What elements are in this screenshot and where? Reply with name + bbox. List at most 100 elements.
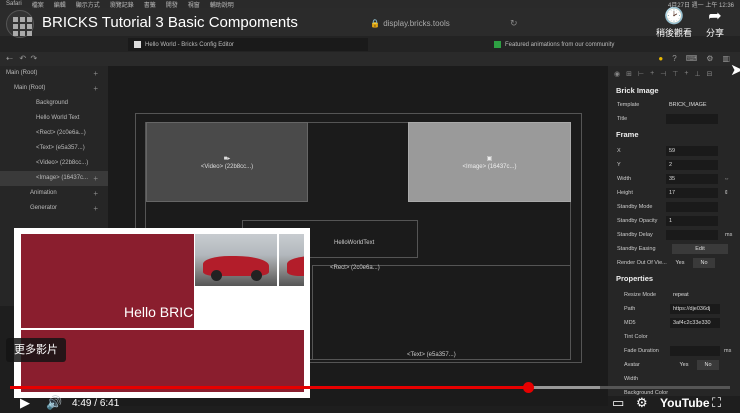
hierarchy-item[interactable]: <Rect> (2c0e6a...) bbox=[0, 126, 108, 141]
back-icon[interactable]: ⇠ bbox=[6, 54, 13, 63]
add-icon[interactable]: + bbox=[93, 171, 98, 186]
hierarchy-item-selected[interactable]: <Image> (16437c... + bbox=[0, 171, 108, 186]
share-button[interactable]: ➦ 分享 bbox=[706, 8, 724, 39]
reload-icon[interactable]: ↻ bbox=[510, 18, 518, 29]
undo-icon[interactable]: ↶ bbox=[19, 54, 26, 63]
menu-file[interactable]: 檔案 bbox=[32, 0, 44, 9]
panel-icon[interactable]: ▥ bbox=[722, 54, 730, 63]
x-label: X bbox=[617, 148, 621, 154]
align-left-icon[interactable]: ⊢ bbox=[638, 70, 644, 78]
menu-clock: 4月27日 週一 上午 12:36 bbox=[667, 2, 734, 9]
width-input[interactable]: 35 bbox=[666, 174, 718, 184]
align-center-icon[interactable]: + bbox=[650, 70, 654, 78]
tab-editor[interactable]: Hello World - Bricks Config Editor bbox=[128, 38, 368, 51]
link-height-icon[interactable]: ⇕ bbox=[724, 190, 729, 196]
title-input[interactable] bbox=[666, 114, 718, 124]
add-icon[interactable]: + bbox=[93, 81, 98, 96]
hierarchy-item[interactable]: <Video> (22b8cc...) bbox=[0, 156, 108, 171]
menu-window[interactable]: 視窗 bbox=[188, 0, 200, 9]
inspector-title: Brick Image bbox=[616, 86, 659, 95]
video-progress-bar[interactable] bbox=[10, 382, 730, 393]
current-time: 4:49 bbox=[72, 398, 92, 409]
video-brick[interactable]: ■▸ <Video> (22b8cc...) bbox=[146, 122, 308, 202]
md5-input[interactable]: 3af4c2c33e330 bbox=[670, 318, 720, 328]
bell-icon[interactable]: ● bbox=[658, 54, 663, 63]
template-select[interactable]: BRICK_IMAGE bbox=[666, 100, 718, 110]
help-icon[interactable]: ? bbox=[672, 54, 676, 63]
mouse-cursor-icon: ➤ bbox=[730, 62, 740, 79]
y-input[interactable]: 2 bbox=[666, 160, 718, 170]
fullscreen-icon[interactable]: ⛶ bbox=[712, 395, 721, 411]
avatar-no-button[interactable]: No bbox=[697, 360, 719, 370]
menu-bookmarks[interactable]: 書籤 bbox=[144, 0, 156, 9]
play-icon[interactable]: ▶ bbox=[20, 395, 30, 411]
standby-opacity-input[interactable]: 1 bbox=[666, 216, 718, 226]
tab-community[interactable]: Featured animations from our community bbox=[490, 38, 614, 51]
align-right-icon[interactable]: ⊣ bbox=[660, 70, 666, 78]
standby-delay-input[interactable] bbox=[666, 230, 718, 240]
add-icon[interactable]: + bbox=[93, 186, 98, 201]
image-brick-label: <Image> (16437c...) bbox=[462, 163, 517, 170]
frame-header: Frame bbox=[616, 130, 639, 139]
distribute-icon[interactable]: ⊟ bbox=[707, 70, 713, 78]
redo-icon[interactable]: ↷ bbox=[31, 54, 38, 63]
toolbar-right-icons: ● ? ⌨ ⚙ ▥ bbox=[658, 54, 730, 63]
y-label: Y bbox=[617, 162, 621, 168]
align-top-icon[interactable]: ⊤ bbox=[672, 70, 678, 78]
address-bar[interactable]: 🔒 display.bricks.tools bbox=[290, 19, 530, 28]
settings-icon[interactable]: ⚙ bbox=[706, 54, 713, 63]
hierarchy-item[interactable]: <Text> (e5a357...) bbox=[0, 141, 108, 156]
standby-mode-select[interactable] bbox=[666, 202, 718, 212]
hierarchy-item[interactable]: Generator + bbox=[0, 201, 108, 216]
eye-icon[interactable]: ◉ bbox=[614, 70, 620, 78]
watch-later-button[interactable]: 🕑 稍後觀看 bbox=[656, 8, 692, 39]
menu-develop[interactable]: 開發 bbox=[166, 0, 178, 9]
hierarchy-item[interactable]: Hello World Text bbox=[0, 111, 108, 126]
x-input[interactable]: 59 bbox=[666, 146, 718, 156]
path-input[interactable]: https://dje036dj bbox=[670, 304, 720, 314]
height-input[interactable]: 17 bbox=[666, 188, 718, 198]
more-videos-button[interactable]: 更多影片 bbox=[6, 338, 66, 362]
render-no-button[interactable]: No bbox=[693, 258, 715, 268]
keyboard-icon[interactable]: ⌨ bbox=[686, 54, 698, 63]
hierarchy-item[interactable]: Background bbox=[0, 96, 108, 111]
add-icon[interactable]: + bbox=[93, 201, 98, 216]
menu-help[interactable]: 輔助說明 bbox=[210, 0, 234, 9]
menu-edit[interactable]: 編輯 bbox=[54, 0, 66, 9]
image-icon: ▣ bbox=[486, 155, 493, 162]
menu-view[interactable]: 顯示方式 bbox=[76, 0, 100, 9]
text-frame[interactable] bbox=[312, 265, 571, 360]
fade-duration-input[interactable] bbox=[670, 346, 720, 356]
link-width-icon[interactable]: ⇔ bbox=[724, 176, 730, 182]
resize-mode-select[interactable]: repeat bbox=[670, 290, 720, 300]
render-yes-button[interactable]: Yes bbox=[670, 258, 690, 268]
hierarchy-item[interactable]: Main (Root) + bbox=[0, 81, 108, 96]
car-wheel bbox=[251, 270, 262, 281]
preview-hello-text: Hello BRICKS! bbox=[124, 304, 216, 320]
layer-icon[interactable]: ⊞ bbox=[626, 70, 632, 78]
unit-ms: ms bbox=[725, 232, 733, 238]
standby-mode-label: Standby Mode bbox=[617, 204, 653, 210]
preview-window[interactable]: Hello BRICKS! Powered by BRICKS bbox=[14, 228, 310, 398]
settings-gear-icon[interactable]: ⚙ bbox=[636, 395, 648, 411]
menu-history[interactable]: 瀏覽記錄 bbox=[110, 0, 134, 9]
volume-icon[interactable]: 🔊 bbox=[46, 395, 62, 411]
hierarchy-label: Animation bbox=[30, 190, 57, 196]
avatar-yes-button[interactable]: Yes bbox=[674, 360, 694, 370]
channel-avatar[interactable] bbox=[6, 10, 34, 38]
hierarchy-label: Background bbox=[36, 100, 69, 106]
height-label: Height bbox=[617, 190, 633, 196]
add-icon[interactable]: + bbox=[93, 66, 98, 81]
easing-edit-button[interactable]: Edit bbox=[672, 244, 728, 254]
youtube-logo[interactable]: YouTube bbox=[660, 396, 710, 410]
video-title[interactable]: BRICKS Tutorial 3 Basic Compoments bbox=[42, 14, 298, 31]
hierarchy-item[interactable]: Animation + bbox=[0, 186, 108, 201]
app-name[interactable]: Safari bbox=[6, 1, 22, 7]
properties-header: Properties bbox=[616, 274, 654, 283]
subtitles-icon[interactable]: ▭ bbox=[612, 395, 624, 411]
align-middle-icon[interactable]: + bbox=[684, 70, 688, 78]
align-bottom-icon[interactable]: ⊥ bbox=[695, 70, 701, 78]
image-brick[interactable]: ▣ <Image> (16437c...) bbox=[408, 122, 571, 202]
hierarchy-item[interactable]: Main (Root) + bbox=[0, 66, 108, 81]
width-label: Width bbox=[617, 176, 632, 182]
